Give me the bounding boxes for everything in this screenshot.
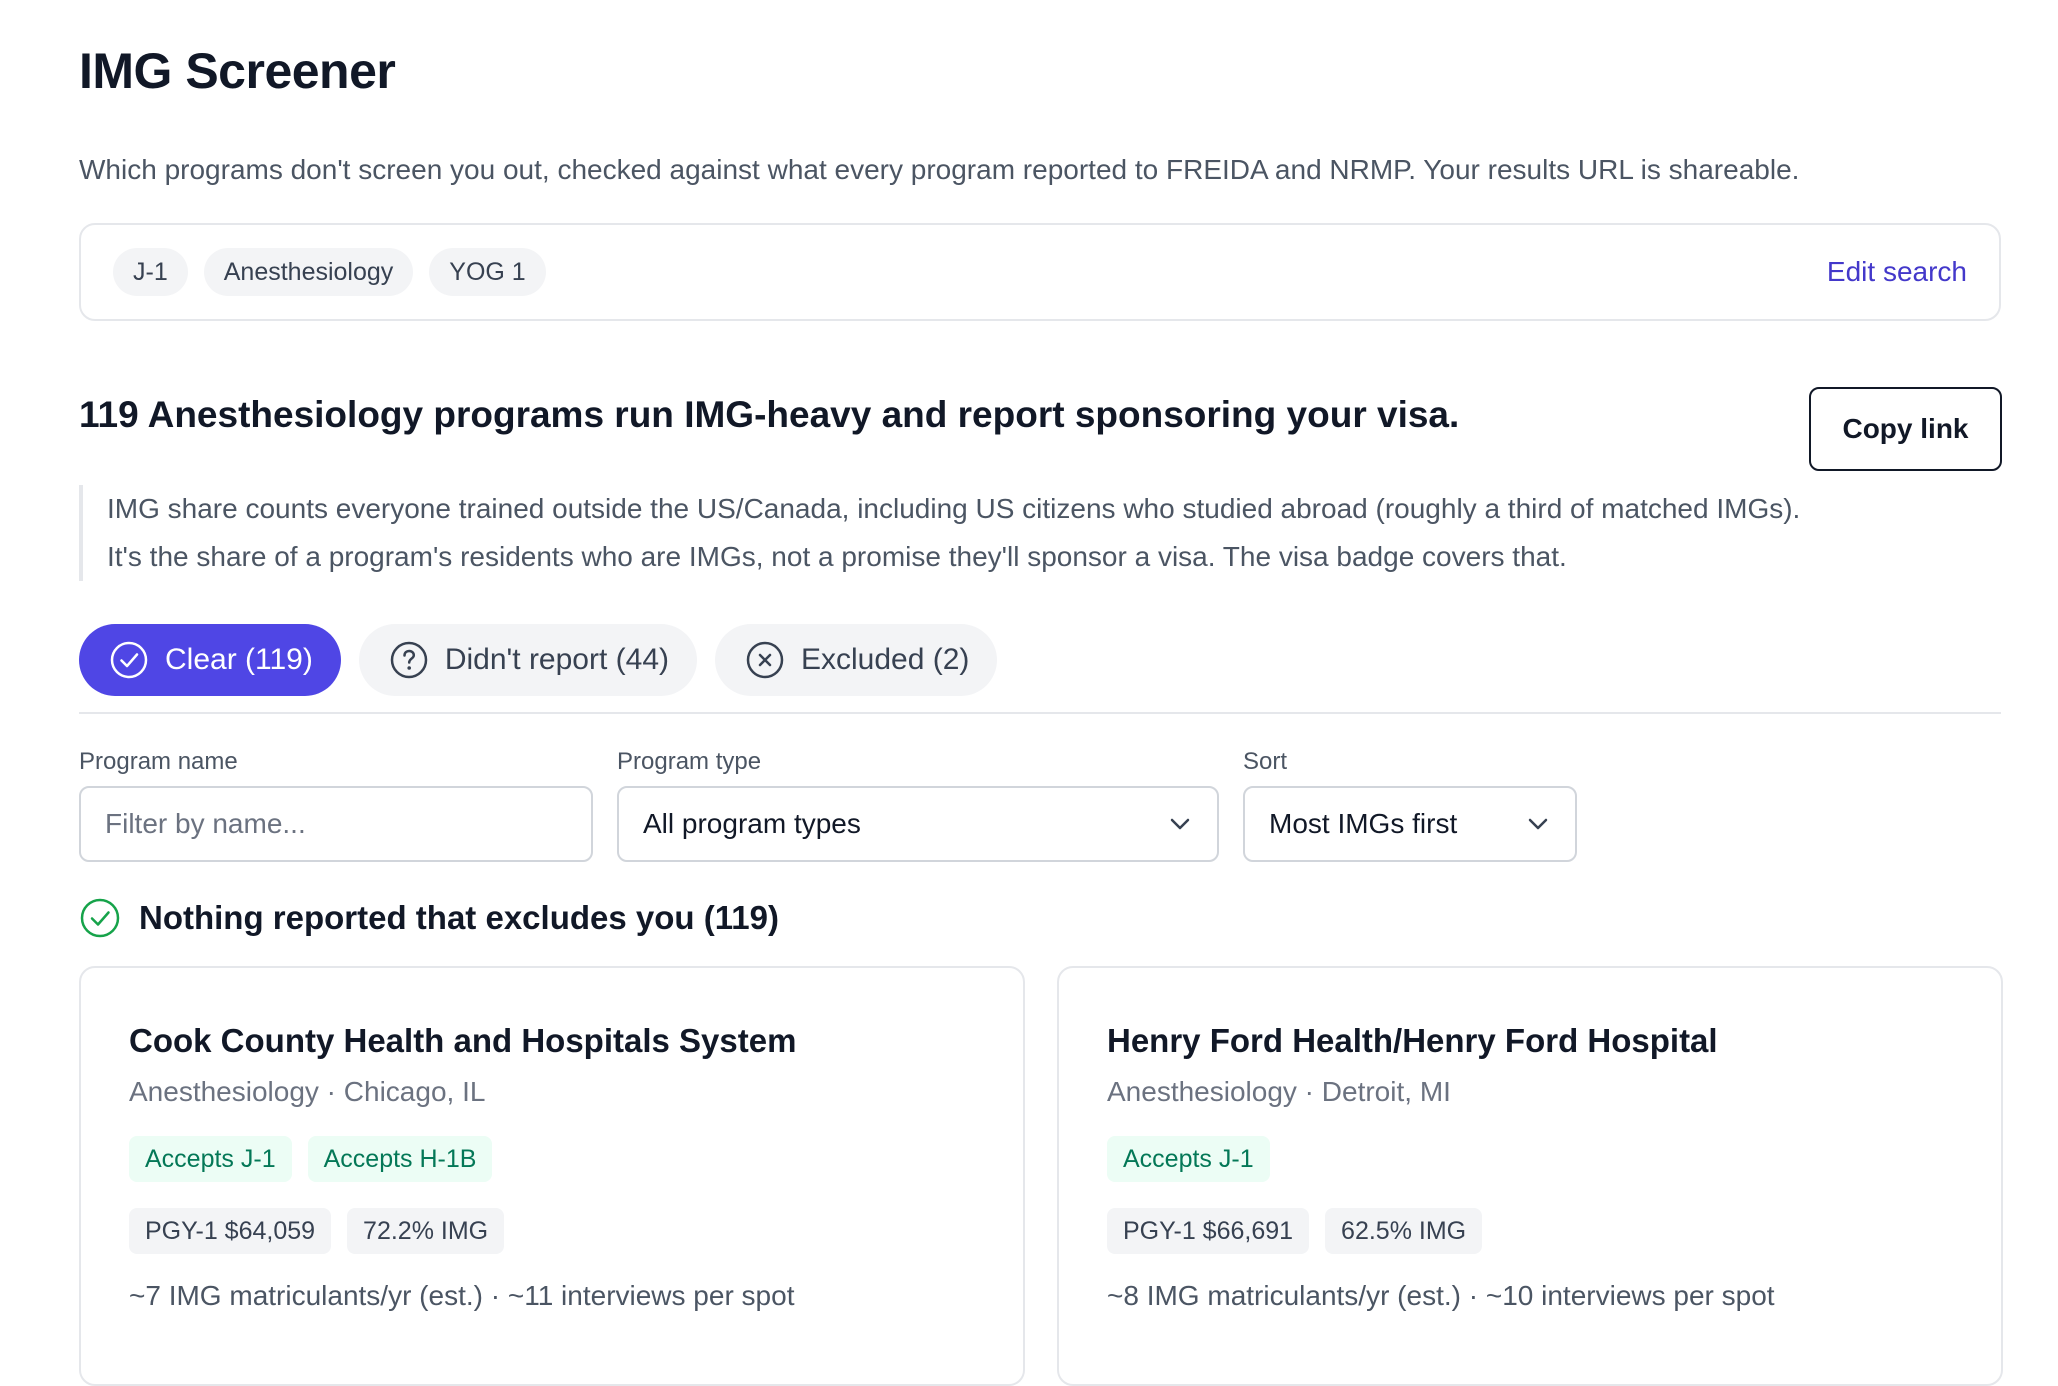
note-line: It's the share of a program's residents … — [107, 541, 1567, 572]
program-meta: Anesthesiology · Detroit, MI — [1107, 1076, 1451, 1107]
check-circle-icon — [80, 898, 120, 938]
tab-label: Didn't report (44) — [444, 643, 669, 676]
chevron-down-icon — [1528, 818, 1548, 830]
specialty-chip: Anesthesiology — [203, 248, 414, 296]
program-card[interactable]: Henry Ford Health/Henry Ford Hospital An… — [1057, 966, 2003, 1386]
copy-link-button[interactable]: Copy link — [1809, 387, 2002, 471]
visa-badge: Accepts H-1B — [307, 1136, 493, 1182]
visa-badges: Accepts J-1 — [1107, 1136, 1953, 1182]
tab-didnt-report[interactable]: Didn't report (44) — [358, 624, 697, 696]
program-type-select[interactable]: All program types — [617, 786, 1219, 862]
sort-value: Most IMGs first — [1269, 808, 1458, 839]
chevron-down-icon — [1170, 818, 1190, 830]
program-extra-stats: ~7 IMG matriculants/yr (est.) · ~11 inte… — [129, 1280, 795, 1311]
result-tabs: Clear (119) Didn't report (44) Excluded … — [79, 624, 998, 696]
program-type-label: Program type — [617, 748, 762, 775]
visa-badge: Accepts J-1 — [129, 1136, 292, 1182]
visa-badges: Accepts J-1 Accepts H-1B — [129, 1136, 975, 1182]
group-heading-clear: Nothing reported that excludes you (119) — [79, 897, 779, 939]
program-name-label: Program name — [79, 748, 238, 775]
program-name-input[interactable] — [105, 808, 567, 840]
results-headline: 119 Anesthesiology programs run IMG-heav… — [79, 394, 1460, 435]
program-extra-stats: ~8 IMG matriculants/yr (est.) · ~10 inte… — [1107, 1280, 1775, 1311]
stat-badges: PGY-1 $64,059 72.2% IMG — [129, 1208, 975, 1254]
search-summary: J-1 Anesthesiology YOG 1 Edit search — [79, 223, 2001, 321]
page-title: IMG Screener — [79, 43, 396, 99]
question-circle-icon — [390, 641, 428, 679]
program-name: Cook County Health and Hospitals System — [129, 1022, 797, 1059]
tab-label: Excluded (2) — [801, 643, 970, 676]
program-name: Henry Ford Health/Henry Ford Hospital — [1107, 1022, 1718, 1059]
check-circle-icon — [110, 641, 148, 679]
program-name-field — [79, 786, 593, 862]
tabs-divider — [79, 712, 2001, 714]
visa-badge: Accepts J-1 — [1107, 1136, 1270, 1182]
program-meta: Anesthesiology · Chicago, IL — [129, 1076, 486, 1107]
tab-excluded[interactable]: Excluded (2) — [715, 624, 998, 696]
stat-badges: PGY-1 $66,691 62.5% IMG — [1107, 1208, 1953, 1254]
tab-clear[interactable]: Clear (119) — [79, 624, 341, 696]
search-chips: J-1 Anesthesiology YOG 1 — [113, 248, 546, 296]
salary-badge: PGY-1 $66,691 — [1107, 1208, 1310, 1254]
program-type-value: All program types — [643, 808, 861, 839]
edit-search-link[interactable]: Edit search — [1827, 256, 1967, 288]
tab-label: Clear (119) — [165, 643, 313, 676]
img-share-badge: 62.5% IMG — [1325, 1208, 1483, 1254]
visa-chip: J-1 — [113, 248, 188, 296]
note-line: IMG share counts everyone trained outsid… — [107, 493, 1801, 524]
sort-label: Sort — [1243, 748, 1288, 775]
salary-badge: PGY-1 $64,059 — [129, 1208, 332, 1254]
img-share-badge: 72.2% IMG — [347, 1208, 505, 1254]
page-subtitle: Which programs don't screen you out, che… — [79, 154, 1800, 185]
x-circle-icon — [746, 641, 784, 679]
sort-select[interactable]: Most IMGs first — [1243, 786, 1577, 862]
program-card[interactable]: Cook County Health and Hospitals System … — [79, 966, 1025, 1386]
yog-chip: YOG 1 — [429, 248, 546, 296]
img-share-note: IMG share counts everyone trained outsid… — [79, 485, 1979, 581]
group-heading-text: Nothing reported that excludes you (119) — [139, 899, 779, 936]
